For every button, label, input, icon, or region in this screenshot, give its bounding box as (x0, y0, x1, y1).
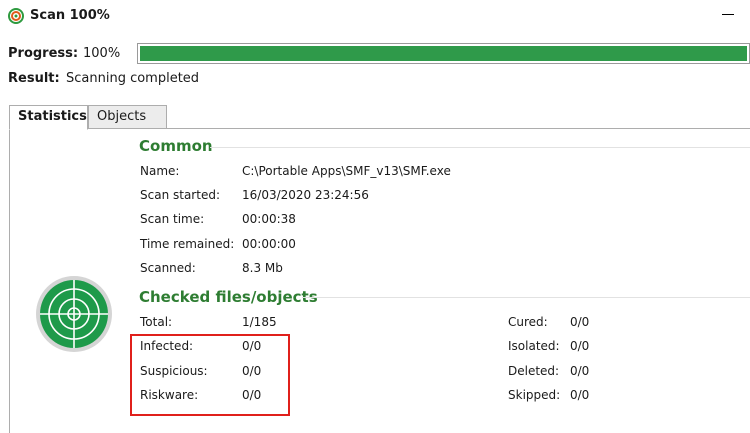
deleted-value: 0/0 (570, 364, 590, 378)
time-remained-value: 00:00:00 (242, 237, 296, 251)
isolated-value: 0/0 (570, 339, 590, 353)
name-value: C:\Portable Apps\SMF_v13\SMF.exe (242, 164, 451, 178)
scan-time-label: Scan time: (140, 212, 205, 226)
progress-bar (137, 43, 750, 64)
isolated-label: Isolated: (508, 339, 560, 353)
name-label: Name: (140, 164, 180, 178)
scanned-value: 8.3 Mb (242, 261, 283, 275)
highlight-box (130, 334, 290, 416)
tab-objects[interactable]: Objects (88, 105, 167, 129)
target-icon (8, 8, 24, 24)
progress-percent: 100% (83, 46, 121, 61)
skipped-label: Skipped: (508, 388, 561, 402)
progress-label: Progress: (8, 46, 79, 61)
tab-statistics[interactable]: Statistics (9, 105, 88, 130)
total-label: Total: (140, 315, 173, 329)
scan-started-value: 16/03/2020 23:24:56 (242, 188, 369, 202)
cured-label: Cured: (508, 315, 548, 329)
window-title: Scan 100% (30, 8, 110, 23)
scanned-label: Scanned: (140, 261, 196, 275)
minimize-button[interactable] (722, 6, 736, 20)
result-text: Scanning completed (66, 71, 200, 86)
common-section-title: Common (139, 137, 213, 155)
total-value: 1/185 (242, 315, 277, 329)
scan-time-value: 00:00:38 (242, 212, 296, 226)
skipped-value: 0/0 (570, 388, 590, 402)
checked-section-title: Checked files/objects (139, 288, 318, 306)
time-remained-label: Time remained: (140, 237, 235, 251)
scan-started-label: Scan started: (140, 188, 220, 202)
title-bar: Scan 100% (0, 0, 750, 34)
cured-value: 0/0 (570, 315, 590, 329)
progress-bar-fill (140, 46, 747, 61)
checked-divider (302, 297, 750, 298)
radar-icon (36, 276, 112, 352)
deleted-label: Deleted: (508, 364, 560, 378)
result-label: Result: (8, 71, 60, 86)
common-divider (210, 147, 750, 148)
